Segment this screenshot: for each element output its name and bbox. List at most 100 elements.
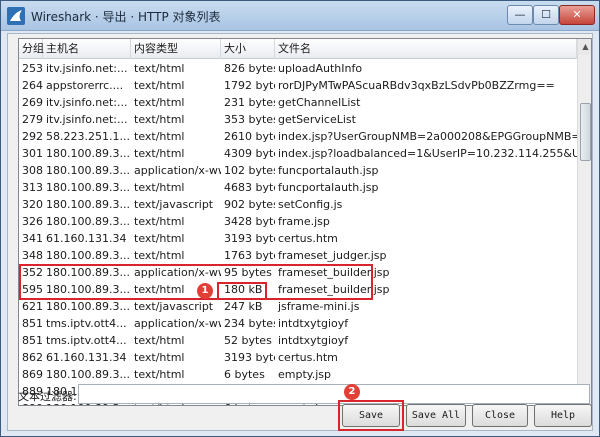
- cell-content-type: text/html: [134, 334, 185, 347]
- cell-size: 3193 bytes: [224, 232, 275, 245]
- cell-packet: 292: [22, 130, 43, 143]
- table-row[interactable]: 29258.223.251.1... text/html 2610 bytesind…: [19, 128, 577, 145]
- column-header-packet[interactable]: 分组: [19, 39, 44, 59]
- wireshark-fin-icon: [7, 7, 25, 25]
- cell-packet: 595: [22, 283, 43, 296]
- dialog-client-area: 分组 主机名 内容类型 大小 文件名 253 itv.jsinfo.net:...…: [7, 33, 593, 431]
- minimize-button[interactable]: —: [507, 5, 533, 25]
- cell-filename: intdtxytgioyf: [278, 317, 349, 330]
- column-header-hostname[interactable]: 主机名: [43, 39, 131, 59]
- cell-filename: frameset_judger.jsp: [278, 249, 387, 262]
- scrollbar-thumb[interactable]: [580, 103, 591, 161]
- cell-size: 180 kB: [224, 283, 263, 296]
- cell-content-type: application/x-ww...: [134, 266, 221, 279]
- cell-size: 826 bytes: [224, 62, 275, 75]
- table-row[interactable]: 851 tms.iptv.ott4... text/html 52 bytes intd…: [19, 332, 577, 349]
- table-row[interactable]: 86261.160.131.34 text/html 3193 bytescertu…: [19, 349, 577, 366]
- table-row[interactable]: 326180.100.89.3... text/html 3428 bytesfra…: [19, 213, 577, 230]
- cell-hostname: tms.iptv.ott4...: [46, 334, 127, 347]
- text-filter-input[interactable]: [78, 384, 590, 404]
- table-row[interactable]: 308180.100.89.3... application/x-ww...102…: [19, 162, 577, 179]
- table-row[interactable]: 301180.100.89.3... text/html 4309 bytesind…: [19, 145, 577, 162]
- table-row[interactable]: 869 180.100.89.3... text/html 6 bytes empty.…: [19, 366, 577, 383]
- cell-packet: 348: [22, 249, 43, 262]
- cell-size: 95 bytes: [224, 266, 272, 279]
- table-row[interactable]: 348180.100.89.3... text/html 1763 bytesfra…: [19, 247, 577, 264]
- cell-packet: 279: [22, 113, 43, 126]
- cell-filename: uploadAuthInfo: [278, 62, 363, 75]
- close-button[interactable]: Close: [472, 404, 528, 427]
- cell-filename: certus.htm: [278, 232, 338, 245]
- cell-content-type: text/html: [134, 79, 185, 92]
- column-header-content-type[interactable]: 内容类型: [131, 39, 221, 59]
- cell-hostname: tms.iptv.ott4...: [46, 317, 127, 330]
- cell-hostname: itv.jsinfo.net:...: [46, 113, 128, 126]
- close-window-button[interactable]: ✕: [559, 5, 595, 25]
- maximize-button[interactable]: ☐: [533, 5, 559, 25]
- save-button[interactable]: Save: [342, 404, 400, 427]
- cell-content-type: text/html: [134, 368, 185, 381]
- cell-packet: 851: [22, 317, 43, 330]
- cell-filename: setConfig.js: [278, 198, 343, 211]
- save-all-button[interactable]: Save All: [406, 404, 466, 427]
- table-row[interactable]: 264appstorerrc.... text/html 1792 bytesror…: [19, 77, 577, 94]
- vertical-scrollbar[interactable]: ▲ ▼: [577, 39, 591, 405]
- cell-content-type: text/html: [134, 62, 185, 75]
- cell-size: 102 bytes: [224, 164, 275, 177]
- cell-hostname: 180.100.89.3...: [46, 249, 130, 262]
- window-title: Wireshark · 导出 · HTTP 对象列表: [31, 10, 221, 24]
- cell-hostname: appstorerrc....: [46, 79, 124, 92]
- cell-size: 1763 bytes: [224, 249, 275, 262]
- table-row[interactable]: 313180.100.89.3... text/html 4683 bytesfun…: [19, 179, 577, 196]
- table-row[interactable]: 621 180.100.89.3... text/javascript 247 kB j…: [19, 298, 577, 315]
- cell-packet: 862: [22, 351, 43, 364]
- cell-hostname: 180.100.89.3...: [46, 283, 130, 296]
- help-button[interactable]: Help: [534, 404, 592, 427]
- cell-filename: certus.htm: [278, 351, 338, 364]
- list-header: 分组 主机名 内容类型 大小 文件名: [19, 39, 577, 59]
- column-header-size[interactable]: 大小: [221, 39, 275, 59]
- table-row[interactable]: 595 180.100.89.3... text/html 180 kB framese…: [19, 281, 577, 298]
- cell-filename: getServiceList: [278, 113, 356, 126]
- cell-content-type: text/html: [134, 96, 185, 109]
- cell-filename: frameset_builder.jsp: [278, 283, 390, 296]
- cell-size: 4309 bytes: [224, 147, 275, 160]
- table-row[interactable]: 851tms.iptv.ott4... application/x-ww...23…: [19, 315, 577, 332]
- cell-packet: 313: [22, 181, 43, 194]
- text-filter-label: 文本过滤器:: [18, 390, 77, 403]
- cell-hostname: 180.100.89.3...: [46, 215, 130, 228]
- scroll-up-icon[interactable]: ▲: [578, 39, 591, 55]
- cell-filename: frameset_builder.jsp: [278, 266, 390, 279]
- cell-packet: 253: [22, 62, 43, 75]
- cell-size: 6 bytes: [224, 368, 265, 381]
- cell-packet: 320: [22, 198, 43, 211]
- cell-packet: 341: [22, 232, 43, 245]
- table-row[interactable]: 269 itv.jsinfo.net:... text/html 231 bytes g…: [19, 94, 577, 111]
- column-header-filename[interactable]: 文件名: [275, 39, 577, 59]
- cell-size: 353 bytes: [224, 113, 275, 126]
- cell-content-type: application/x-ww...: [134, 317, 221, 330]
- cell-size: 1792 bytes: [224, 79, 275, 92]
- table-row[interactable]: 279 itv.jsinfo.net:... text/html 353 bytes g…: [19, 111, 577, 128]
- http-objects-list[interactable]: 分组 主机名 内容类型 大小 文件名 253 itv.jsinfo.net:...…: [18, 38, 592, 406]
- cell-filename: funcportalauth.jsp: [278, 164, 379, 177]
- cell-packet: 326: [22, 215, 43, 228]
- cell-content-type: text/html: [134, 113, 185, 126]
- cell-filename: index.jsp?UserGroupNMB=2a000208&EPGGroup…: [278, 130, 577, 143]
- table-row[interactable]: 352180.100.89.3... application/x-ww...95 …: [19, 264, 577, 281]
- cell-content-type: text/html: [134, 181, 185, 194]
- cell-hostname: 180.100.89.3...: [46, 300, 130, 313]
- cell-filename: getChannelList: [278, 96, 361, 109]
- cell-packet: 269: [22, 96, 43, 109]
- cell-size: 3193 bytes: [224, 351, 275, 364]
- cell-content-type: text/html: [134, 232, 185, 245]
- cell-hostname: 180.100.89.3...: [46, 164, 130, 177]
- annotation-badge-1: 1: [197, 283, 213, 299]
- cell-size: 231 bytes: [224, 96, 275, 109]
- cell-content-type: text/html: [134, 249, 185, 262]
- cell-filename: intdtxytgioyf: [278, 334, 349, 347]
- table-row[interactable]: 320 180.100.89.3... text/javascript 902 byt…: [19, 196, 577, 213]
- cell-packet: 621: [22, 300, 43, 313]
- table-row[interactable]: 34161.160.131.34 text/html 3193 bytescertu…: [19, 230, 577, 247]
- table-row[interactable]: 253 itv.jsinfo.net:... text/html 826 bytes u…: [19, 60, 577, 77]
